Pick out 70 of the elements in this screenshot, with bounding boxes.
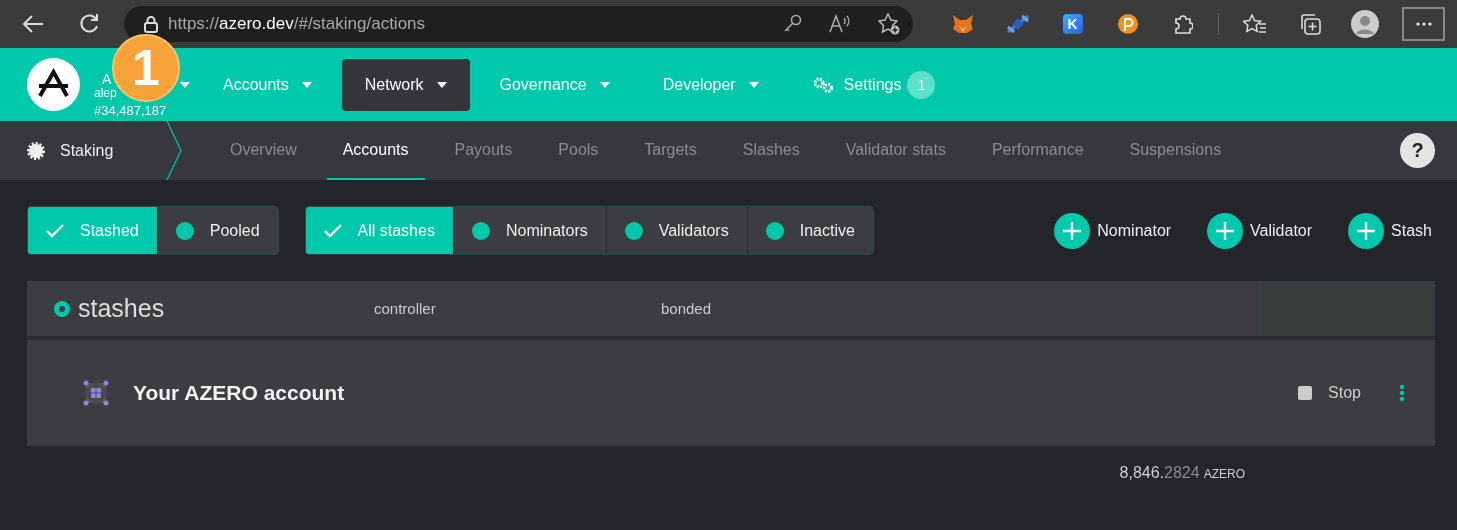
refresh-icon[interactable] bbox=[78, 13, 100, 35]
gear-icon bbox=[26, 140, 46, 161]
dot-icon bbox=[471, 221, 490, 240]
stop-button[interactable]: Stop bbox=[1292, 383, 1367, 403]
more-button[interactable] bbox=[1402, 7, 1445, 41]
caret-icon bbox=[748, 81, 759, 88]
column-header: bonded bbox=[661, 300, 713, 317]
satellite-icon[interactable] bbox=[1005, 14, 1030, 34]
add-button[interactable]: Nominator bbox=[1054, 212, 1172, 249]
favorites-icon[interactable] bbox=[1242, 14, 1267, 34]
logo-icon[interactable] bbox=[27, 58, 80, 111]
gears-icon bbox=[811, 75, 834, 94]
kebab-menu-icon[interactable] bbox=[1399, 384, 1405, 402]
tab[interactable]: Slashes bbox=[726, 121, 816, 180]
chain-name: A bbox=[101, 71, 113, 86]
add-button[interactable]: Stash bbox=[1348, 212, 1432, 249]
account-name: Your AZERO account bbox=[133, 381, 345, 405]
caret-icon bbox=[599, 81, 610, 88]
nav-menu[interactable]: Settings 1 bbox=[788, 58, 959, 111]
check-icon bbox=[46, 223, 64, 238]
plus-icon bbox=[1207, 212, 1244, 249]
caret-icon bbox=[301, 81, 312, 88]
plus-icon bbox=[1054, 212, 1091, 249]
url-text: https://azero.dev/#/staking/actions bbox=[168, 14, 427, 34]
stop-icon bbox=[1298, 386, 1313, 400]
help-button[interactable]: ? bbox=[1400, 133, 1435, 168]
extension-icon[interactable]: K bbox=[1062, 14, 1083, 34]
block-number: #34,487,187 bbox=[94, 103, 168, 118]
coin-icon[interactable] bbox=[1117, 14, 1138, 34]
identicon-icon bbox=[83, 380, 109, 406]
lock-icon bbox=[144, 15, 158, 33]
tab[interactable]: Accounts bbox=[326, 121, 425, 180]
nav-menu[interactable]: Accounts bbox=[200, 58, 335, 111]
node-name: alep bbox=[94, 85, 118, 100]
tab[interactable]: Validator stats bbox=[829, 121, 962, 180]
dot-icon bbox=[624, 221, 643, 240]
read-aloud-icon[interactable] bbox=[829, 14, 852, 34]
nav-menu[interactable]: Network bbox=[341, 58, 470, 111]
filter-toggle[interactable]: All stashes bbox=[305, 207, 454, 254]
filter-toggle[interactable]: Stashed bbox=[28, 207, 158, 254]
plus-icon bbox=[1348, 212, 1385, 249]
tab[interactable]: Targets bbox=[628, 121, 713, 180]
tab[interactable]: Pools bbox=[542, 121, 615, 180]
nav-menu[interactable]: Developer bbox=[639, 58, 782, 111]
dot-icon bbox=[765, 221, 784, 240]
notification-badge: 1 bbox=[907, 70, 936, 99]
puzzle-icon[interactable] bbox=[1172, 14, 1193, 34]
more-icon bbox=[1415, 22, 1432, 26]
bonded-total: 8,846.2824 AZERO bbox=[1118, 464, 1245, 482]
check-icon bbox=[323, 223, 342, 238]
column-header: controller bbox=[374, 300, 437, 317]
caret-icon bbox=[180, 81, 190, 88]
add-favorite-icon[interactable] bbox=[877, 13, 902, 35]
add-button[interactable]: Validator bbox=[1207, 212, 1313, 249]
key-icon[interactable] bbox=[783, 14, 804, 34]
status-ring-icon bbox=[54, 300, 70, 317]
dot-icon bbox=[175, 221, 194, 240]
caret-icon bbox=[436, 81, 447, 88]
tab[interactable]: Performance bbox=[975, 121, 1100, 180]
address-bar[interactable]: https://azero.dev/#/staking/actions bbox=[124, 6, 914, 42]
tab[interactable]: Overview bbox=[214, 121, 313, 180]
tab[interactable]: Payouts bbox=[438, 121, 529, 180]
avatar-icon[interactable] bbox=[1350, 10, 1379, 38]
fox-icon[interactable] bbox=[951, 14, 974, 34]
back-icon[interactable] bbox=[22, 14, 44, 34]
nav-menu[interactable]: Governance bbox=[476, 58, 633, 111]
tab[interactable]: Suspensions bbox=[1113, 121, 1238, 180]
collections-icon[interactable] bbox=[1298, 13, 1321, 35]
section-title: Staking bbox=[60, 141, 114, 160]
table-title: stashes bbox=[78, 294, 165, 323]
